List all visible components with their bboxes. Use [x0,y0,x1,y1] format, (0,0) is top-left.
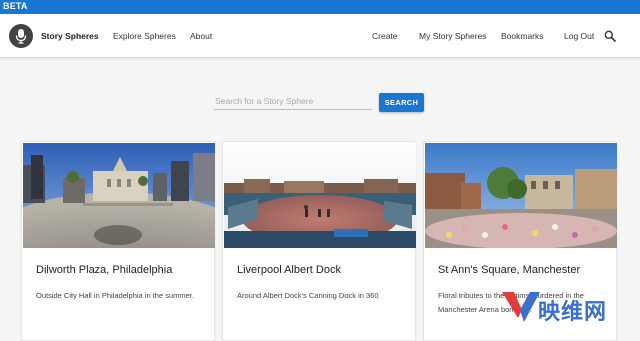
search-bar: SEARCH [0,92,640,114]
search-icon[interactable] [604,30,616,42]
story-card[interactable]: Dilworth Plaza, Philadelphia Outside Cit… [21,141,215,341]
card-title[interactable]: St Ann's Square, Manchester [438,264,580,276]
watermark-text: 映维网 [538,299,608,324]
brand-name[interactable]: Story Spheres [41,31,99,41]
nav-my-story-spheres[interactable]: My Story Spheres [419,31,487,41]
card-title[interactable]: Liverpool Albert Dock [237,264,341,276]
card-description: Outside City Hall in Philadelphia in the… [36,291,194,300]
watermark-logo-icon [502,292,540,322]
card-title[interactable]: Dilworth Plaza, Philadelphia [36,264,172,276]
story-card[interactable]: Liverpool Albert Dock Around Albert Dock… [222,141,416,341]
sphere-thumbnail[interactable] [224,143,416,248]
nav-create[interactable]: Create [372,31,398,41]
search-input[interactable] [214,92,372,110]
nav-explore-spheres[interactable]: Explore Spheres [113,31,176,41]
sphere-thumbnail[interactable] [23,143,215,248]
beta-banner: BETA [0,0,640,14]
nav-log-out[interactable]: Log Out [564,31,594,41]
nav-about[interactable]: About [190,31,212,41]
nav-bookmarks[interactable]: Bookmarks [501,31,544,41]
card-description: Around Albert Dock's Canning Dock in 360 [237,291,379,300]
search-button[interactable]: SEARCH [379,93,424,112]
watermark: 映维网 [500,288,640,326]
beta-label: BETA [3,1,28,11]
top-nav: Story Spheres Explore Spheres About Crea… [0,14,640,58]
sphere-thumbnail[interactable] [425,143,617,248]
microphone-icon[interactable] [9,24,33,48]
